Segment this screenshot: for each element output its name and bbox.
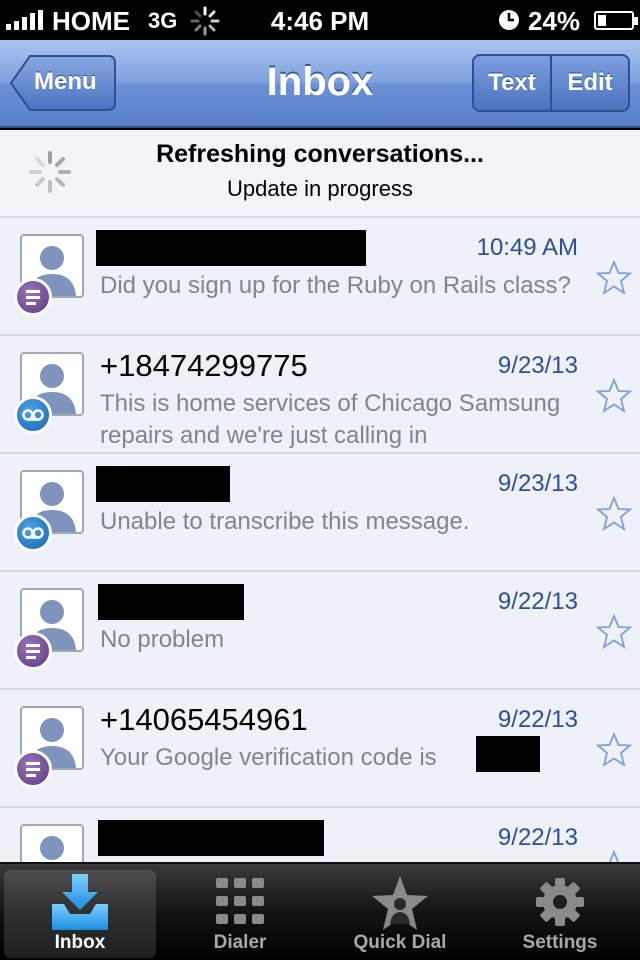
- clock-icon: [499, 10, 519, 30]
- conversation-snippet: This is home services of Chicago Samsung…: [100, 390, 561, 449]
- tab-inbox[interactable]: Inbox: [4, 870, 156, 958]
- redacted-contact-name: [96, 230, 366, 266]
- gear-icon: [536, 878, 584, 926]
- redacted-contact-name: [98, 820, 324, 856]
- contact-number: +18474299775: [100, 348, 308, 383]
- redacted-contact-name: [98, 584, 244, 620]
- conversation-row[interactable]: 9/22/13: [0, 808, 640, 862]
- tab-label: Dialer: [213, 932, 267, 953]
- conversation-date: 9/23/13: [497, 470, 578, 497]
- conversation-row[interactable]: 10:49 AM Did you sign up for the Ruby on…: [0, 218, 640, 336]
- tab-quick-dial[interactable]: Quick Dial: [324, 870, 476, 958]
- star-icon[interactable]: [596, 260, 632, 296]
- tab-settings[interactable]: Settings: [484, 870, 636, 958]
- tab-label: Settings: [522, 932, 598, 953]
- star-icon[interactable]: [596, 496, 632, 532]
- star-icon[interactable]: [596, 614, 632, 650]
- redacted-code: [476, 736, 540, 772]
- refresh-title: Refreshing conversations...: [156, 140, 484, 168]
- avatar: [20, 824, 84, 862]
- tab-label: Inbox: [54, 932, 106, 953]
- conversation-row[interactable]: 9/22/13 No problem: [0, 572, 640, 690]
- refresh-subtitle: Update in progress: [227, 176, 413, 201]
- conversation-date: 9/23/13: [497, 352, 578, 379]
- battery-percent: 24%: [528, 6, 581, 36]
- keypad-icon: [216, 878, 264, 924]
- inbox-download-icon: [52, 874, 108, 930]
- conversation-row[interactable]: +18474299775 9/23/13 This is home servic…: [0, 336, 640, 454]
- message-badge-icon: [14, 750, 52, 788]
- tab-bar: Inbox Dialer Quick Dial Settings: [0, 862, 640, 960]
- refresh-header: Refreshing conversations... Update in pr…: [0, 130, 640, 218]
- conversation-snippet: Unable to transcribe this message.: [100, 508, 470, 535]
- conversation-date: 9/22/13: [497, 588, 578, 615]
- voicemail-badge-icon: [14, 514, 52, 552]
- redacted-contact-name: [96, 466, 230, 502]
- nav-bar: Menu Inbox Text Edit: [0, 40, 640, 128]
- conversation-list[interactable]: 10:49 AM Did you sign up for the Ruby on…: [0, 218, 640, 862]
- star-person-icon: [372, 876, 428, 930]
- star-icon[interactable]: [596, 732, 632, 768]
- tab-label: Quick Dial: [353, 932, 447, 953]
- conversation-date: 10:49 AM: [476, 234, 578, 261]
- message-badge-icon: [14, 278, 52, 316]
- conversation-row[interactable]: 9/23/13 Unable to transcribe this messag…: [0, 454, 640, 572]
- voicemail-badge-icon: [14, 396, 52, 434]
- status-bar: HOME 3G 4:46 PM 24%: [0, 0, 640, 40]
- conversation-snippet: No problem: [100, 626, 225, 653]
- battery-level: [598, 15, 606, 26]
- edit-button[interactable]: Edit: [550, 56, 628, 110]
- star-icon[interactable]: [596, 378, 632, 414]
- conversation-date: 9/22/13: [497, 706, 578, 733]
- conversation-row[interactable]: +14065454961 9/22/13 Your Google verific…: [0, 690, 640, 808]
- battery-icon: [594, 11, 638, 30]
- star-icon[interactable]: [596, 850, 632, 862]
- conversation-snippet: Did you sign up for the Ruby on Rails cl…: [100, 272, 571, 299]
- conversation-date: 9/22/13: [497, 824, 578, 851]
- nav-segmented-buttons: Text Edit: [472, 54, 630, 112]
- text-button[interactable]: Text: [474, 56, 550, 110]
- tab-dialer[interactable]: Dialer: [164, 870, 316, 958]
- message-badge-icon: [14, 632, 52, 670]
- contact-number: +14065454961: [100, 702, 308, 737]
